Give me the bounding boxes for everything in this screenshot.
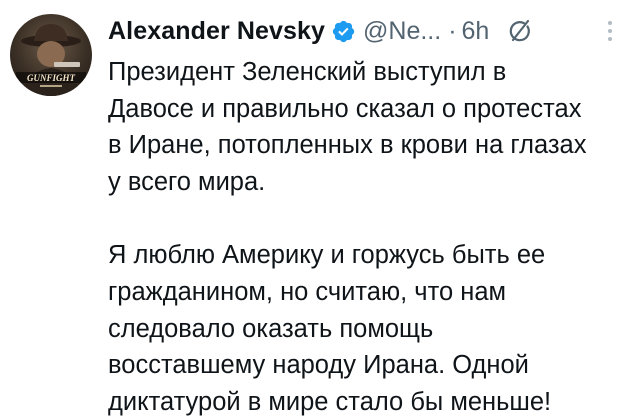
text-line: восставшему народу Ирана. Одной <box>108 351 529 380</box>
header-separator: · <box>448 16 457 45</box>
text-line: Президент Зеленский выступил в <box>108 58 507 86</box>
author-name[interactable]: Alexander Nevsky <box>108 17 325 46</box>
post-time[interactable]: 6h <box>462 17 490 46</box>
post-header: Alexander Nevsky @Ne... · 6h <box>108 10 640 52</box>
text-line: следовало оказать помощь <box>108 314 434 343</box>
text-line: в Иране, потопленных в крови на глазах <box>108 131 587 160</box>
avatar-text: GUNFIGHT <box>27 73 76 83</box>
text-line: у всего мира. <box>108 167 266 196</box>
verified-badge-icon <box>331 19 356 44</box>
paragraph: Президент Зеленский выступил в Давосе и … <box>108 54 636 200</box>
text-line: Давосе и правильно сказал о протестах <box>108 94 582 123</box>
paragraph: Я люблю Америку и горжусь быть ее гражда… <box>108 237 636 416</box>
more-options-icon[interactable] <box>606 20 614 44</box>
text-line: Я люблю Америку и горжусь быть ее <box>108 241 546 270</box>
avatar[interactable]: GUNFIGHT <box>10 14 92 96</box>
tweet: GUNFIGHT Alexander Nevsky @Ne... · 6h Пр… <box>0 0 640 416</box>
post-text: Президент Зеленский выступил в Давосе и … <box>108 54 636 416</box>
text-line: диктатурой в мире стало бы меньше! <box>108 387 552 416</box>
author-handle[interactable]: @Ne... <box>363 17 441 46</box>
grok-icon[interactable] <box>507 18 533 44</box>
text-line: гражданином, но считаю, что нам <box>108 277 507 306</box>
